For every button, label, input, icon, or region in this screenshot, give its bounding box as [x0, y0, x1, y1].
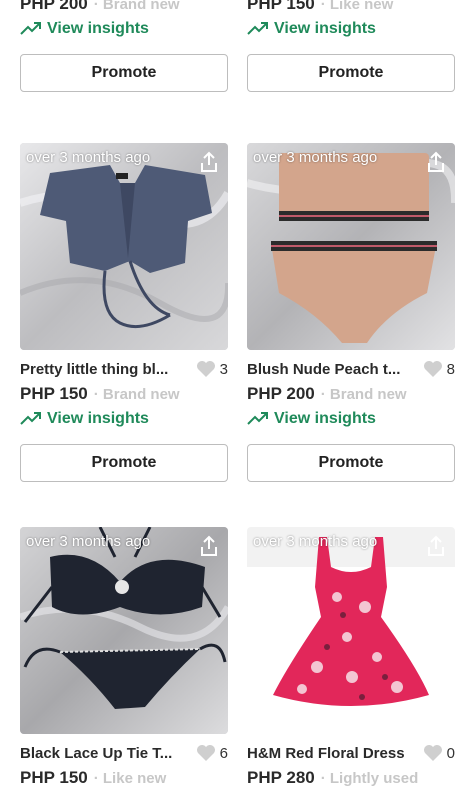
condition: · Brand new [93, 386, 180, 403]
heart-icon[interactable] [196, 744, 216, 762]
price: PHP 150 [20, 384, 88, 403]
posted-time: over 3 months ago [253, 533, 378, 550]
title-row: Blush Nude Peach t... 8 [247, 360, 455, 378]
promote-button[interactable]: Promote [247, 54, 455, 92]
heart-icon[interactable] [423, 744, 443, 762]
share-icon[interactable] [198, 151, 220, 173]
like-count: 6 [219, 744, 228, 762]
view-insights-label: View insights [47, 20, 149, 37]
share-icon[interactable] [198, 535, 220, 557]
red-floral-dress-image [247, 527, 455, 734]
posted-time: over 3 months ago [26, 533, 151, 550]
price-row: PHP 150 · Like new [247, 0, 455, 14]
listing-photo[interactable]: over 3 months ago [247, 527, 455, 734]
listing-card-hm-red-floral[interactable]: over 3 months ago H&M Red Floral Dress 0… [247, 527, 455, 788]
trending-up-icon [247, 22, 268, 35]
like-count: 0 [446, 744, 455, 762]
condition: · Brand new [93, 0, 180, 13]
like-count: 8 [446, 360, 455, 378]
navy-top-image [20, 143, 228, 350]
price-row: PHP 150 · Like new [20, 768, 228, 788]
peach-bikini-image [247, 143, 455, 350]
promote-button[interactable]: Promote [20, 54, 228, 92]
heart-icon[interactable] [423, 360, 443, 378]
listing-card-top-left: PHP 200 · Brand new View insights Promot… [20, 0, 228, 92]
view-insights-label: View insights [274, 410, 376, 427]
listing-photo[interactable]: over 3 months ago [20, 527, 228, 734]
listing-card-top-right: PHP 150 · Like new View insights Promote [247, 0, 455, 92]
view-insights-link[interactable]: View insights [20, 20, 228, 38]
listing-title[interactable]: Blush Nude Peach t... [247, 361, 417, 378]
price: PHP 200 [247, 384, 315, 403]
trending-up-icon [20, 412, 41, 425]
price-row: PHP 150 · Brand new [20, 384, 228, 404]
listing-photo[interactable]: over 3 months ago [20, 143, 228, 350]
view-insights-link[interactable]: View insights [20, 410, 228, 428]
view-insights-label: View insights [274, 20, 376, 37]
price: PHP 150 [247, 0, 315, 13]
trending-up-icon [247, 412, 268, 425]
view-insights-label: View insights [47, 410, 149, 427]
listing-card-black-lace[interactable]: over 3 months ago Black Lace Up Tie T...… [20, 527, 228, 788]
price-row: PHP 200 · Brand new [247, 384, 455, 404]
promote-button[interactable]: Promote [247, 444, 455, 482]
view-insights-link[interactable]: View insights [247, 20, 455, 38]
price: PHP 150 [20, 768, 88, 787]
listing-card-pretty-little-thing[interactable]: over 3 months ago Pretty little thing bl… [20, 143, 228, 482]
view-insights-link[interactable]: View insights [247, 410, 455, 428]
title-row: Pretty little thing bl... 3 [20, 360, 228, 378]
trending-up-icon [20, 22, 41, 35]
black-bikini-image [20, 527, 228, 734]
listing-photo[interactable]: over 3 months ago [247, 143, 455, 350]
listing-title[interactable]: Pretty little thing bl... [20, 361, 190, 378]
price: PHP 280 [247, 768, 315, 787]
share-icon[interactable] [425, 151, 447, 173]
condition: · Brand new [320, 386, 407, 403]
condition: · Like new [320, 0, 394, 13]
listing-title[interactable]: Black Lace Up Tie T... [20, 745, 190, 762]
listing-title[interactable]: H&M Red Floral Dress [247, 745, 417, 762]
condition: · Like new [93, 770, 167, 787]
like-count: 3 [219, 360, 228, 378]
title-row: H&M Red Floral Dress 0 [247, 744, 455, 762]
title-row: Black Lace Up Tie T... 6 [20, 744, 228, 762]
price: PHP 200 [20, 0, 88, 13]
promote-button[interactable]: Promote [20, 444, 228, 482]
price-row: PHP 200 · Brand new [20, 0, 228, 14]
condition: · Lightly used [320, 770, 419, 787]
listing-card-blush-nude-peach[interactable]: over 3 months ago Blush Nude Peach t... … [247, 143, 455, 482]
share-icon[interactable] [425, 535, 447, 557]
heart-icon[interactable] [196, 360, 216, 378]
posted-time: over 3 months ago [253, 149, 378, 166]
price-row: PHP 280 · Lightly used [247, 768, 455, 788]
posted-time: over 3 months ago [26, 149, 151, 166]
